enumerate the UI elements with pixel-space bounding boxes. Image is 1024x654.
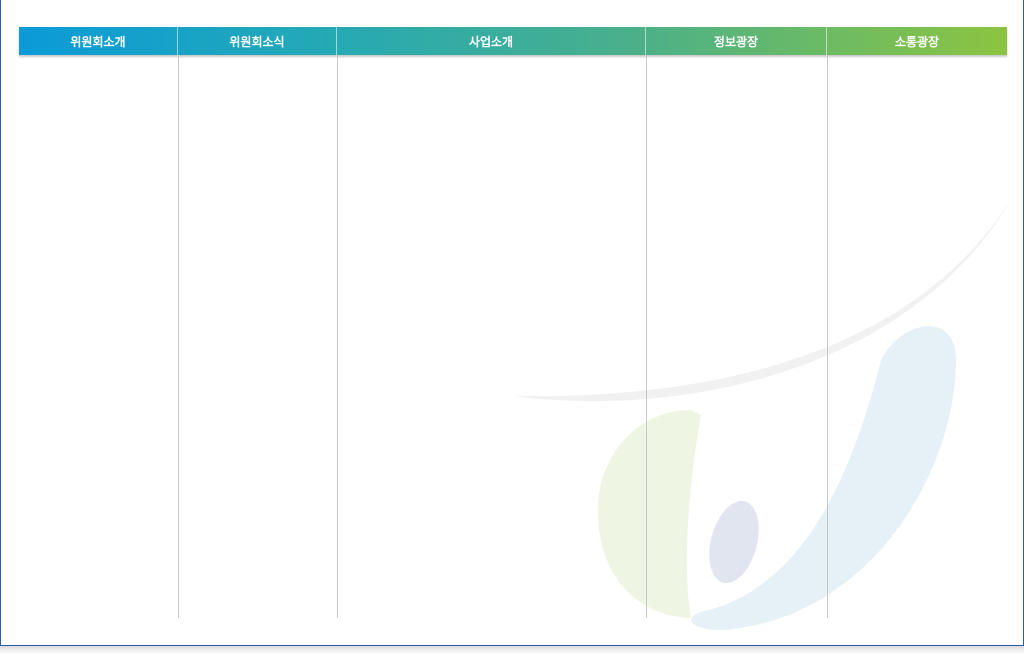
nav-item-label: 사업소개: [468, 34, 514, 49]
column-divider: [827, 55, 828, 618]
frame-shadow: [0, 646, 1024, 654]
nav-item-communication-plaza[interactable]: 소통광장: [827, 27, 1007, 55]
page-frame: 위원회소개 위원회소식 사업소개 정보광장 소통광장: [0, 0, 1024, 646]
column-divider: [646, 55, 647, 618]
nav-item-label: 소통광장: [894, 34, 940, 49]
watermark-logo: [513, 196, 1013, 630]
nav-item-label: 위원회소식: [229, 34, 285, 49]
nav-item-business-intro[interactable]: 사업소개: [337, 27, 646, 55]
column-divider: [178, 55, 179, 618]
column-divider: [337, 55, 338, 618]
nav-item-committee-news[interactable]: 위원회소식: [178, 27, 337, 55]
nav-item-label: 정보광장: [713, 34, 759, 49]
nav-item-committee-intro[interactable]: 위원회소개: [19, 27, 178, 55]
nav-item-label: 위원회소개: [70, 34, 126, 49]
nav-item-info-plaza[interactable]: 정보광장: [646, 27, 827, 55]
main-nav-bar: 위원회소개 위원회소식 사업소개 정보광장 소통광장: [19, 27, 1007, 55]
